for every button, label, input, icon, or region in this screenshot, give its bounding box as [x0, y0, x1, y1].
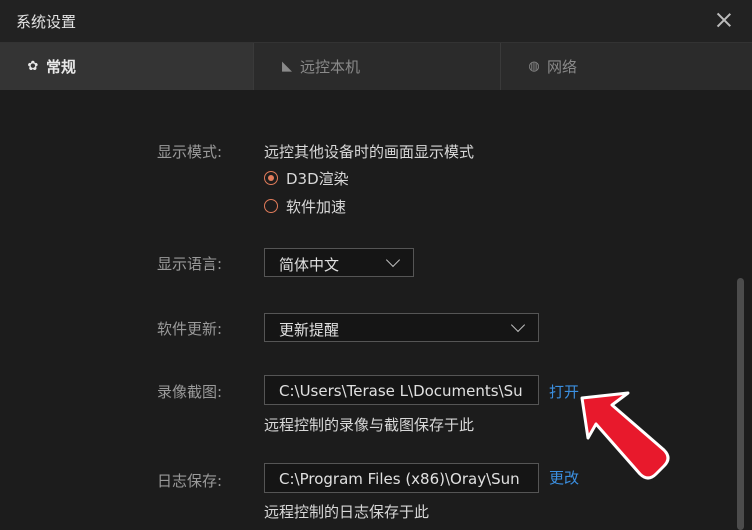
tab-remote-local-label: 远控本机 — [300, 58, 361, 76]
recording-path-field[interactable]: C:\Users\Terase L\Documents\Su — [264, 375, 539, 405]
log-path-field[interactable]: C:\Program Files (x86)\Oray\Sun — [264, 463, 539, 493]
display-mode-description: 远控其他设备时的画面显示模式 — [264, 143, 475, 161]
log-path-value: C:\Program Files (x86)\Oray\Sun — [279, 470, 520, 488]
display-language-label: 显示语言: — [157, 255, 223, 273]
chevron-down-icon — [385, 252, 401, 268]
software-accel-radio[interactable] — [264, 199, 278, 213]
remote-icon: ◣ — [282, 59, 292, 74]
window-title: 系统设置 — [16, 13, 77, 31]
d3d-render-radio[interactable] — [264, 171, 278, 185]
chevron-down-icon — [510, 317, 526, 333]
update-value: 更新提醒 — [279, 321, 340, 339]
gear-icon: ✿ — [27, 59, 39, 74]
tab-network-label: 网络 — [547, 58, 578, 76]
change-log-path-link[interactable]: 更改 — [549, 467, 579, 488]
update-select[interactable]: 更新提醒 — [264, 313, 539, 342]
recording-hint: 远程控制的录像与截图保存于此 — [264, 416, 475, 434]
recording-label: 录像截图: — [157, 383, 223, 401]
tab-remote-local[interactable]: ◣ 远控本机 — [254, 43, 500, 90]
log-hint: 远程控制的日志保存于此 — [264, 503, 430, 521]
d3d-render-label[interactable]: D3D渲染 — [286, 168, 349, 189]
display-mode-label: 显示模式: — [157, 143, 223, 161]
title-bar: 系统设置 — [0, 0, 752, 42]
language-value: 简体中文 — [279, 256, 340, 274]
tab-general-label: 常规 — [46, 58, 77, 76]
settings-content: 显示模式: 远控其他设备时的画面显示模式 D3D渲染 软件加速 显示语言: 简体… — [0, 90, 752, 530]
tab-bar: ✿ 常规 ◣ 远控本机 ◍ 网络 — [0, 42, 752, 91]
scrollbar[interactable] — [737, 278, 744, 530]
recording-path-value: C:\Users\Terase L\Documents\Su — [279, 382, 523, 400]
tab-general[interactable]: ✿ 常规 — [0, 43, 253, 90]
open-recording-link[interactable]: 打开 — [549, 381, 579, 402]
log-save-label: 日志保存: — [157, 472, 223, 490]
software-accel-label[interactable]: 软件加速 — [286, 196, 346, 217]
language-select[interactable]: 简体中文 — [264, 248, 414, 277]
tab-network[interactable]: ◍ 网络 — [501, 43, 752, 90]
globe-icon: ◍ — [528, 59, 540, 74]
software-update-label: 软件更新: — [157, 320, 223, 338]
close-icon[interactable] — [712, 8, 736, 32]
settings-window: 系统设置 ✿ 常规 ◣ 远控本机 ◍ 网络 显示模式: 远控其他设备时的画面显示… — [0, 0, 752, 530]
